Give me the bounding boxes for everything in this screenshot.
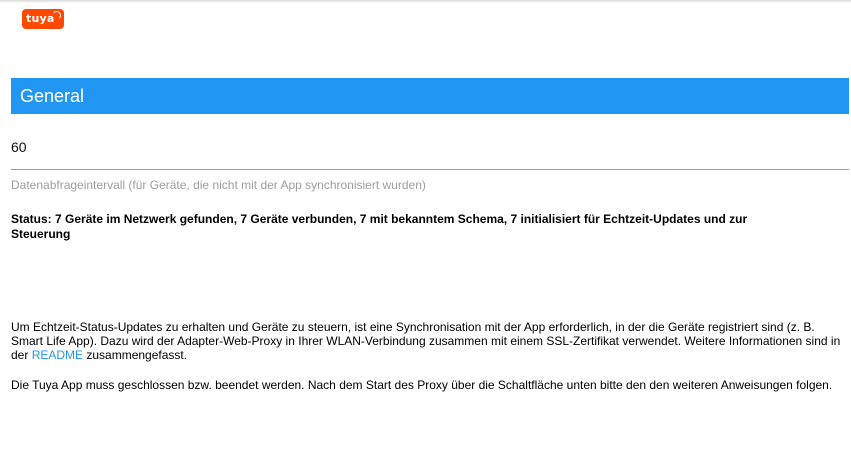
wifi-icon bbox=[52, 11, 61, 20]
interval-input[interactable]: 60 bbox=[11, 138, 849, 156]
section-title: General bbox=[20, 86, 85, 106]
info-paragraph: Um Echtzeit-Status-Updates zu erhalten u… bbox=[11, 320, 841, 362]
status-text: Status: 7 Geräte im Netzwerk gefunden, 7… bbox=[11, 212, 748, 241]
logo-text: tuya bbox=[26, 12, 55, 25]
top-shadow bbox=[0, 0, 851, 3]
interval-hint: Datenabfrageintervall (für Geräte, die n… bbox=[11, 178, 426, 192]
info-text-after-link: zusammengefasst. bbox=[83, 348, 188, 362]
tuya-logo: tuya bbox=[22, 9, 64, 29]
readme-link[interactable]: README bbox=[32, 348, 83, 362]
tuya-app-paragraph: Die Tuya App muss geschlossen bzw. beend… bbox=[11, 378, 833, 392]
section-header-general: General bbox=[11, 78, 849, 114]
interval-input-underline bbox=[11, 169, 849, 170]
